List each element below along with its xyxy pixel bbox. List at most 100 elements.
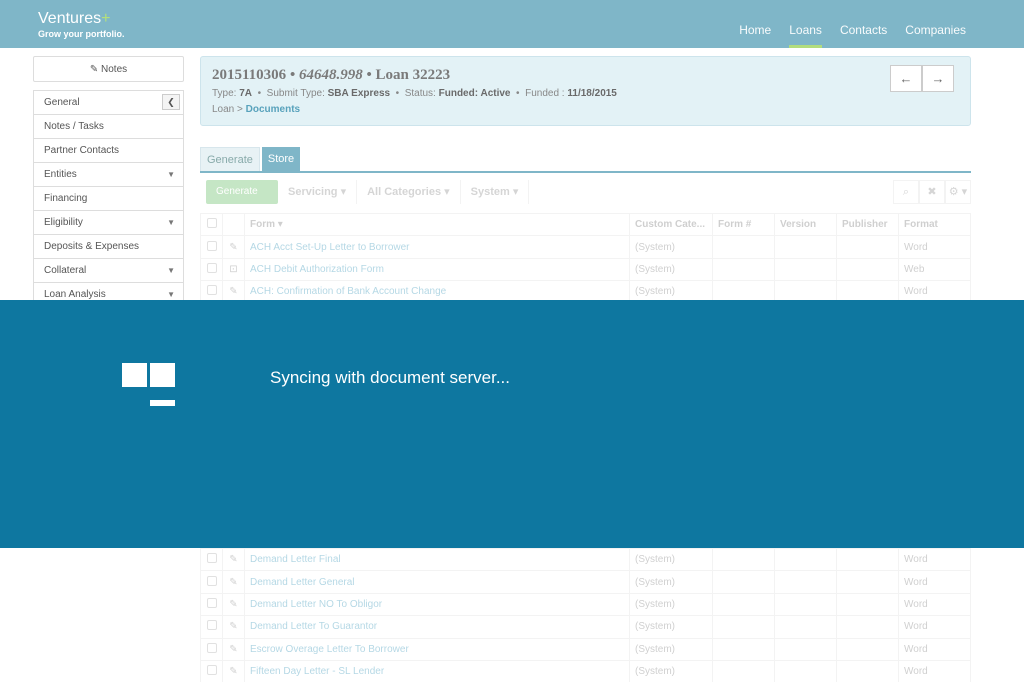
custom-category-cell: (System): [629, 570, 713, 594]
format-cell: Word: [898, 615, 971, 639]
row-checkbox[interactable]: [200, 235, 223, 259]
sidebar-item-notes-tasks[interactable]: Notes / Tasks: [34, 115, 183, 139]
brand-tagline: Grow your portfolio.: [38, 29, 125, 39]
top-navbar: Ventures+ Grow your portfolio. Home Loan…: [0, 0, 1024, 48]
row-checkbox[interactable]: [200, 637, 223, 661]
form-name-link[interactable]: Demand Letter Final: [244, 547, 630, 572]
edit-icon[interactable]: ✎: [222, 570, 245, 594]
loan-name: Loan 32223: [375, 67, 451, 83]
breadcrumb-documents[interactable]: Documents: [246, 104, 300, 115]
version-cell: [774, 615, 837, 639]
sidebar-item-financing[interactable]: Financing: [34, 187, 183, 211]
table-row[interactable]: ✎ Demand Letter General (System) Word: [200, 570, 971, 594]
row-checkbox[interactable]: [200, 592, 223, 617]
row-checkbox[interactable]: [200, 615, 223, 639]
select-all-checkbox[interactable]: [200, 212, 223, 237]
column-form[interactable]: Form ▾: [244, 212, 630, 237]
sidebar-item-label: Eligibility: [44, 217, 83, 228]
documents-toolbar: Generate Servicing ▾ All Categories ▾ Sy…: [200, 178, 971, 206]
nav-loans[interactable]: Loans: [789, 0, 822, 48]
action-header: [222, 212, 245, 237]
sidebar-item-general[interactable]: General ❮: [34, 91, 183, 115]
column-format[interactable]: Format: [898, 212, 971, 237]
brand[interactable]: Ventures+ Grow your portfolio.: [38, 10, 125, 39]
status-value: Funded: Active: [438, 88, 511, 99]
nav-contacts[interactable]: Contacts: [840, 0, 887, 48]
format-cell: Word: [898, 570, 971, 594]
form-name-link[interactable]: Fifteen Day Letter - SL Lender: [244, 659, 630, 682]
system-dropdown[interactable]: System ▾: [461, 180, 530, 204]
search-icon[interactable]: ⌕: [893, 180, 919, 204]
breadcrumb-loan[interactable]: Loan: [212, 104, 234, 115]
table-row[interactable]: ✎ ACH Acct Set-Up Letter to Borrower (Syst…: [200, 235, 971, 259]
edit-icon[interactable]: ⊡: [222, 257, 245, 282]
form-number-cell: [712, 659, 775, 682]
sidebar-item-deposits-expenses[interactable]: Deposits & Expenses: [34, 235, 183, 259]
loan-header: 2015110306 • 64648.998 • Loan 32223 Type…: [200, 56, 971, 126]
column-publisher[interactable]: Publisher: [836, 212, 899, 237]
edit-icon[interactable]: ✎: [222, 547, 245, 572]
table-row[interactable]: ✎ Demand Letter Final (System) Word: [200, 547, 971, 572]
row-checkbox[interactable]: [200, 547, 223, 572]
column-version[interactable]: Version: [774, 212, 837, 237]
nav-companies[interactable]: Companies: [905, 0, 966, 48]
form-name-link[interactable]: Demand Letter To Guarantor: [244, 615, 630, 639]
form-name-link[interactable]: Demand Letter NO To Obligor: [244, 592, 630, 617]
pencil-icon: ✎: [89, 64, 99, 75]
version-cell: [774, 235, 837, 259]
form-name-link[interactable]: Escrow Overage Letter To Borrower: [244, 637, 630, 661]
row-checkbox[interactable]: [200, 257, 223, 282]
publisher-cell: [836, 547, 899, 572]
sidebar-item-collateral[interactable]: Collateral ▼: [34, 259, 183, 283]
loading-squares-icon: [122, 363, 176, 407]
table-header-row: Form ▾ Custom Cate... Form # Version Pub…: [200, 212, 971, 237]
sidebar-item-label: Loan Analysis: [44, 289, 106, 300]
table-row[interactable]: ⊡ ACH Debit Authorization Form (System) Web: [200, 257, 971, 282]
form-number-cell: [712, 547, 775, 572]
version-cell: [774, 637, 837, 661]
clear-filter-icon[interactable]: ✖: [919, 180, 945, 204]
edit-icon[interactable]: ✎: [222, 592, 245, 617]
row-checkbox[interactable]: [200, 659, 223, 682]
loan-number: 2015110306: [212, 67, 287, 83]
format-cell: Word: [898, 659, 971, 682]
edit-icon[interactable]: ✎: [222, 615, 245, 639]
table-row[interactable]: ✎ Fifteen Day Letter - SL Lender (System) W…: [200, 659, 971, 682]
settings-gear-icon[interactable]: ⚙ ▾: [945, 180, 971, 204]
status-label: Status:: [404, 88, 436, 99]
format-cell: Word: [898, 547, 971, 572]
submit-type-value: SBA Express: [327, 88, 391, 99]
form-name-link[interactable]: Demand Letter General: [244, 570, 630, 594]
sync-message: Syncing with document server...: [270, 368, 511, 387]
form-name-link[interactable]: ACH Debit Authorization Form: [244, 257, 630, 282]
edit-icon[interactable]: ✎: [222, 235, 245, 259]
nav-home[interactable]: Home: [739, 0, 771, 48]
table-row[interactable]: ✎ Demand Letter NO To Obligor (System) Word: [200, 592, 971, 617]
generate-button[interactable]: Generate: [206, 180, 278, 204]
edit-icon[interactable]: ✎: [222, 637, 245, 661]
sidebar-item-eligibility[interactable]: Eligibility ▼: [34, 211, 183, 235]
publisher-cell: [836, 615, 899, 639]
next-arrow-icon[interactable]: →: [922, 65, 954, 92]
tab-store[interactable]: Store: [261, 147, 301, 171]
servicing-dropdown[interactable]: Servicing ▾: [278, 180, 358, 204]
notes-button[interactable]: ✎ Notes: [33, 56, 184, 82]
custom-category-cell: (System): [629, 659, 713, 682]
sidebar-menu: General ❮ Notes / Tasks Partner Contacts…: [33, 90, 184, 307]
form-number-cell: [712, 257, 775, 282]
form-name-link[interactable]: ACH Acct Set-Up Letter to Borrower: [244, 235, 630, 259]
sidebar-item-partner-contacts[interactable]: Partner Contacts: [34, 139, 183, 163]
collapse-sidebar-icon[interactable]: ❮: [162, 94, 180, 110]
sync-overlay: Syncing with document server...: [0, 300, 1024, 548]
previous-arrow-icon[interactable]: ←: [890, 65, 922, 92]
table-row[interactable]: ✎ Demand Letter To Guarantor (System) Word: [200, 615, 971, 639]
sidebar-item-entities[interactable]: Entities ▼: [34, 163, 183, 187]
format-cell: Word: [898, 592, 971, 617]
table-row[interactable]: ✎ Escrow Overage Letter To Borrower (Syste…: [200, 637, 971, 661]
column-form-number[interactable]: Form #: [712, 212, 775, 237]
column-custom-category[interactable]: Custom Cate...: [629, 212, 713, 237]
categories-dropdown[interactable]: All Categories ▾: [357, 180, 461, 204]
tab-generate[interactable]: Generate: [200, 147, 260, 171]
row-checkbox[interactable]: [200, 570, 223, 594]
edit-icon[interactable]: ✎: [222, 659, 245, 682]
